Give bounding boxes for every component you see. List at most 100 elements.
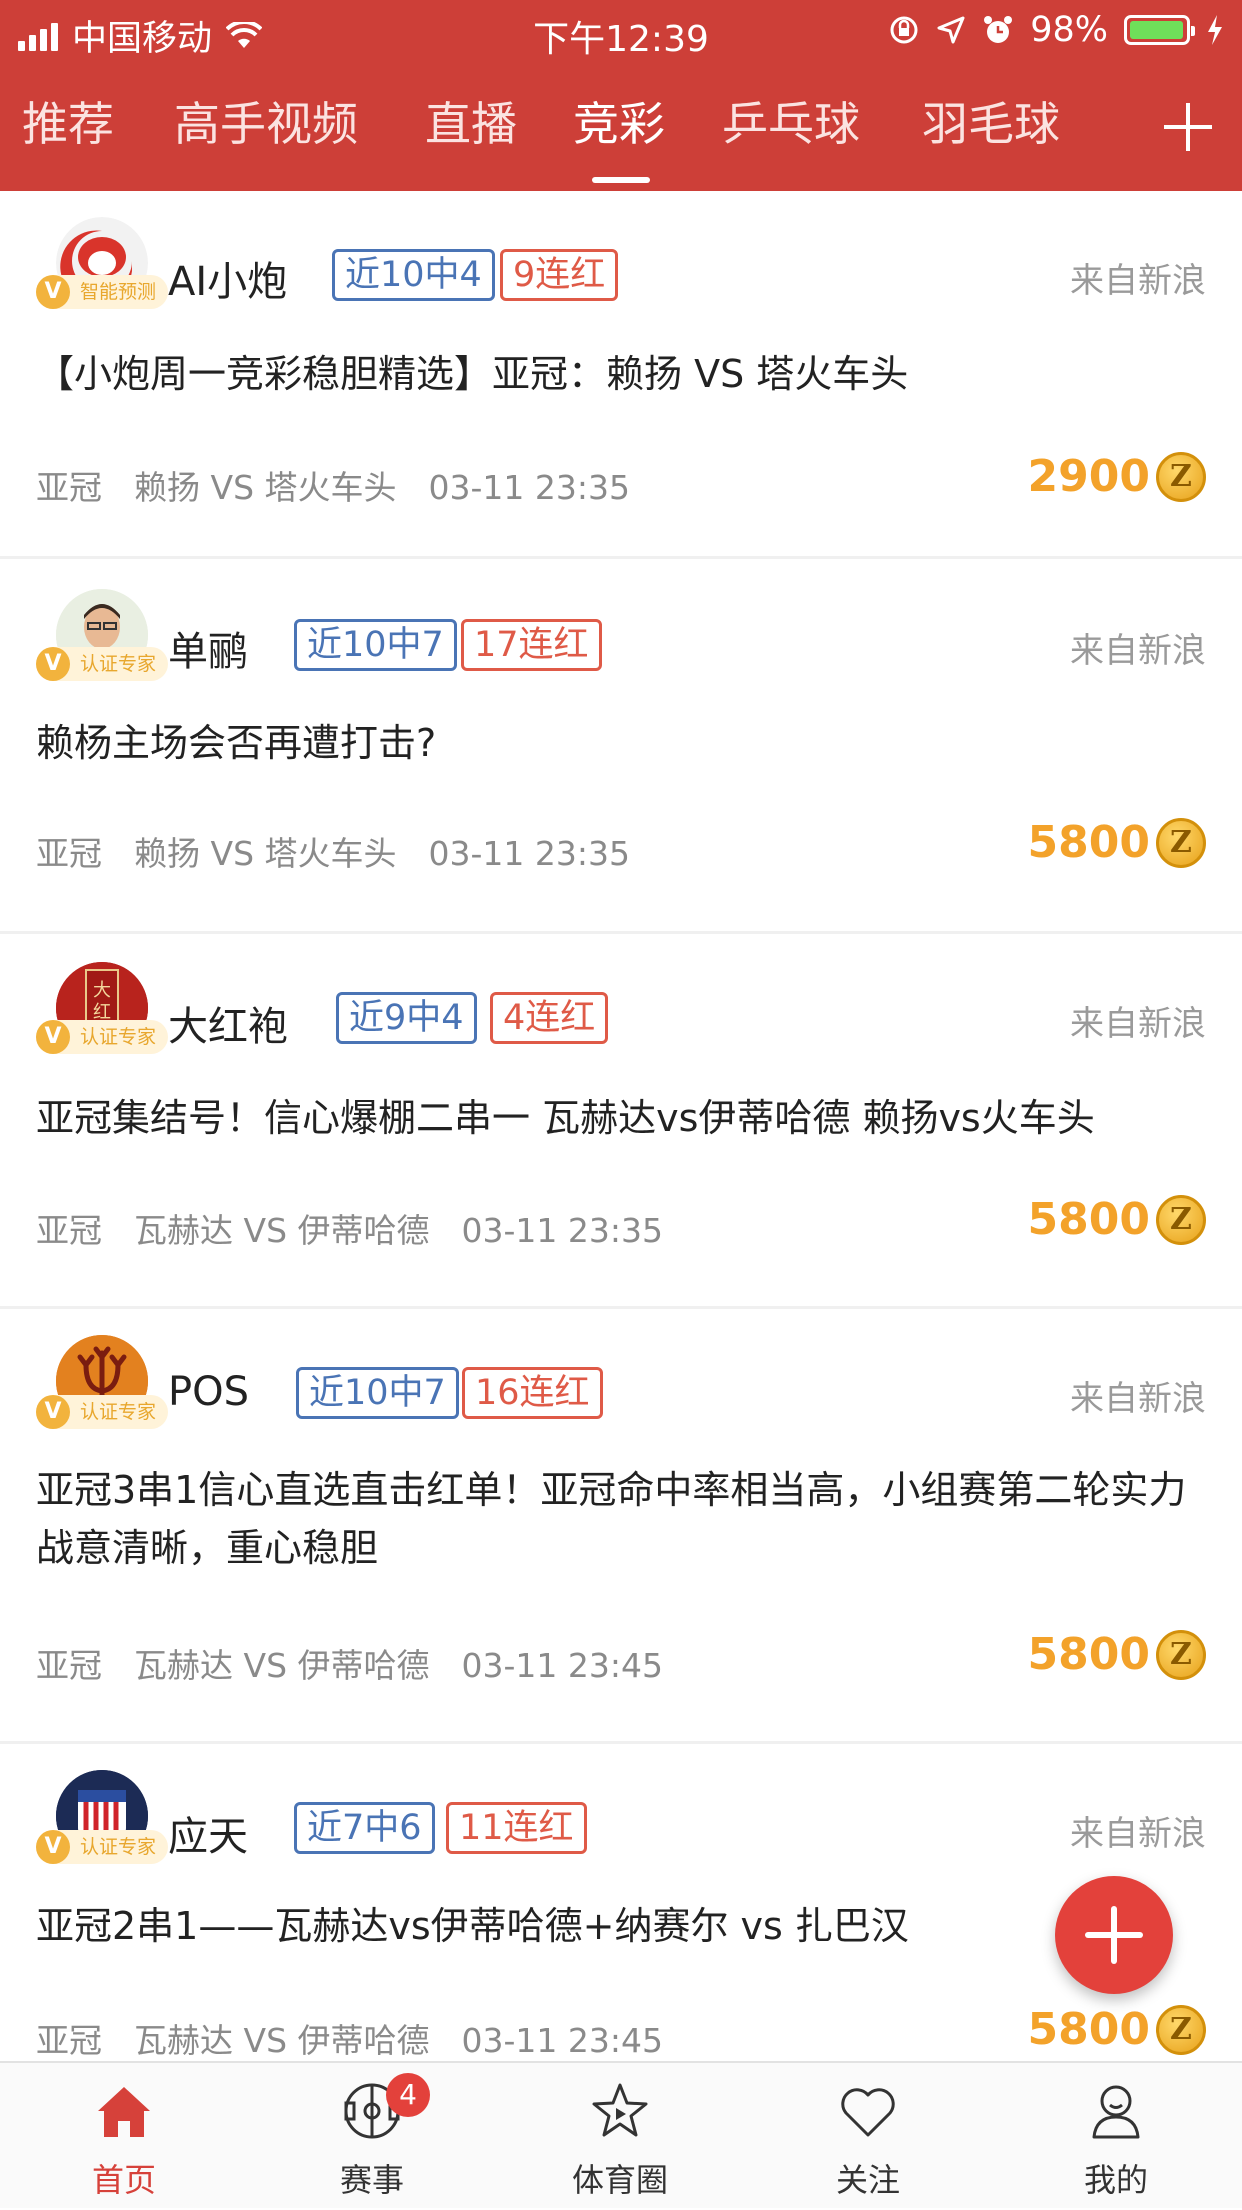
price-tag: 5800 Z (1028, 2004, 1206, 2055)
author-name[interactable]: 应天 (168, 1804, 248, 1862)
source-label: 来自新浪 (1070, 261, 1206, 301)
add-tab-icon[interactable] (1164, 103, 1212, 151)
streak-tag: 4连红 (490, 992, 609, 1044)
author-name[interactable]: 单鹂 (168, 619, 248, 677)
home-icon (98, 2087, 150, 2137)
bottom-tab-profile[interactable]: 我的 (992, 2063, 1240, 2210)
bottom-tab-bar: 首页 4 赛事 体育圈 关注 我的 (0, 2061, 1242, 2208)
bottom-tab-follow[interactable]: 关注 (744, 2063, 992, 2210)
source-label: 来自新浪 (1070, 631, 1206, 671)
post-card[interactable]: V 智能预测 AI小炮 近10中4 9连红 来自新浪 【小炮周一竞彩稳胆精选】亚冠… (0, 191, 1242, 559)
post-title[interactable]: 亚冠2串1——瓦赫达vs伊蒂哈德+纳赛尔 vs 扎巴汉 (36, 1897, 1022, 1955)
author-name[interactable]: AI小炮 (168, 249, 287, 307)
price-value: 5800 (1027, 2004, 1150, 2055)
match-meta: 亚冠 瓦赫达 VS 伊蒂哈德 03-11 23:45 (36, 2014, 695, 2061)
badge-label: 认证专家 (80, 1836, 157, 1858)
verified-v-icon: V (36, 1830, 70, 1864)
badge-label: 认证专家 (80, 653, 157, 675)
top-header: 中国移动 下午12:39 98% 推荐 高手视频 直播 竞彩 乒乓球 羽毛球 (0, 0, 1242, 191)
location-icon (937, 16, 965, 44)
price-tag: 5800 Z (1028, 1194, 1206, 1245)
post-card[interactable]: V 认证专家 单鹂 近10中7 17连红 来自新浪 赖杨主场会否再遭打击? 亚冠赖… (0, 559, 1242, 934)
badge-label: 认证专家 (80, 1026, 157, 1048)
tab-lottery[interactable]: 竞彩 (573, 88, 665, 154)
verified-v-icon: V (36, 275, 70, 309)
coin-icon: Z (1156, 1629, 1206, 1680)
price-tag: 5800 Z (1028, 817, 1206, 868)
streak-tag: 11连红 (446, 1802, 587, 1854)
post-title[interactable]: 亚冠集结号！信心爆棚二串一 瓦赫达vs伊蒂哈德 赖扬vs火车头 (36, 1089, 1202, 1147)
match-time: 03-11 23:45 (461, 2021, 663, 2060)
bottom-tab-home[interactable]: 首页 (0, 2063, 248, 2210)
badge-label: 认证专家 (80, 1401, 157, 1423)
league-label: 亚冠 (36, 468, 102, 507)
bottom-tab-matches[interactable]: 4 赛事 (248, 2063, 496, 2210)
match-meta: 亚冠 赖扬 VS 塔火车头 03-11 23:35 (36, 461, 662, 509)
verified-badge: V 认证专家 (36, 647, 169, 681)
league-label: 亚冠 (36, 2021, 102, 2060)
verified-v-icon: V (36, 1020, 70, 1054)
bottom-tab-label: 首页 (91, 2161, 156, 2199)
bottom-tab-label: 体育圈 (571, 2161, 668, 2199)
verified-v-icon: V (36, 647, 70, 681)
post-card[interactable]: 大红袍 V认证专家 大红袍 近9中4 4连红 来自新浪 亚冠集结号！信心爆棚二串… (0, 934, 1242, 1309)
heart-icon (841, 2088, 895, 2137)
source-label: 来自新浪 (1070, 1814, 1206, 1854)
league-label: 亚冠 (36, 1211, 102, 1250)
source-label: 来自新浪 (1070, 1379, 1206, 1419)
tab-badminton[interactable]: 羽毛球 (922, 88, 1060, 154)
record-tag: 近7中6 (294, 1802, 435, 1854)
verified-badge: V 认证专家 (36, 1395, 169, 1429)
match-label: 瓦赫达 VS 伊蒂哈德 (134, 1646, 430, 1685)
svg-text:大: 大 (93, 980, 111, 1001)
bottom-tab-community[interactable]: 体育圈 (496, 2063, 744, 2210)
category-tabs: 推荐 高手视频 直播 竞彩 乒乓球 羽毛球 (0, 88, 1242, 168)
price-value: 5800 (1027, 817, 1150, 868)
bottom-tab-label: 关注 (835, 2161, 900, 2199)
coin-icon: Z (1156, 817, 1206, 868)
author-name[interactable]: 大红袍 (168, 994, 288, 1052)
person-icon (1092, 2085, 1140, 2139)
verified-badge: V 认证专家 (36, 1830, 169, 1864)
record-tag: 近9中4 (336, 992, 477, 1044)
post-title[interactable]: 亚冠3串1信心直选直击红单！亚冠命中率相当高，小组赛第二轮实力战意清晰，重心稳胆 (36, 1461, 1202, 1577)
match-time: 03-11 23:35 (428, 834, 630, 873)
bottom-tab-label: 我的 (1083, 2161, 1148, 2199)
create-post-button[interactable] (1055, 1876, 1173, 1994)
match-meta: 亚冠 瓦赫达 VS 伊蒂哈德 03-11 23:45 (36, 1639, 695, 1687)
record-tag: 近10中7 (294, 619, 457, 671)
league-label: 亚冠 (36, 1646, 102, 1685)
match-time: 03-11 23:35 (428, 468, 630, 507)
post-title[interactable]: 赖杨主场会否再遭打击? (36, 714, 1202, 772)
match-time: 03-11 23:45 (461, 1646, 663, 1685)
coin-icon: Z (1156, 1194, 1206, 1245)
post-title[interactable]: 【小炮周一竞彩稳胆精选】亚冠：赖扬 VS 塔火车头 (36, 345, 1202, 403)
tab-live[interactable]: 直播 (425, 88, 517, 154)
record-tag: 近10中4 (332, 249, 495, 301)
price-value: 2900 (1027, 451, 1150, 502)
streak-tag: 16连红 (462, 1367, 603, 1419)
post-card[interactable]: V 认证专家 应天 近7中6 11连红 来自新浪 亚冠2串1——瓦赫达vs伊蒂哈德… (0, 1744, 1242, 2061)
orientation-lock-icon (890, 16, 918, 44)
author-name[interactable]: POS (168, 1369, 249, 1415)
active-tab-indicator (592, 177, 650, 183)
post-feed: V 智能预测 AI小炮 近10中4 9连红 来自新浪 【小炮周一竞彩稳胆精选】亚冠… (0, 191, 1242, 2061)
star-play-icon (592, 2083, 648, 2137)
notification-badge: 4 (386, 2073, 430, 2117)
price-tag: 5800 Z (1028, 1629, 1206, 1680)
verified-badge: V 认证专家 (36, 1020, 169, 1054)
streak-tag: 9连红 (500, 249, 619, 301)
charging-icon (1208, 15, 1222, 45)
source-label: 来自新浪 (1070, 1004, 1206, 1044)
alarm-icon (984, 16, 1013, 43)
coin-icon: Z (1156, 451, 1206, 502)
league-label: 亚冠 (36, 834, 102, 873)
verified-badge: V 智能预测 (36, 275, 169, 309)
match-label: 赖扬 VS 塔火车头 (134, 834, 397, 873)
tab-expert-video[interactable]: 高手视频 (174, 88, 358, 154)
price-value: 5800 (1027, 1629, 1150, 1680)
tab-recommend[interactable]: 推荐 (22, 88, 114, 154)
tab-table-tennis[interactable]: 乒乓球 (722, 88, 860, 154)
post-card[interactable]: V 认证专家 POS 近10中7 16连红 来自新浪 亚冠3串1信心直选直击红单！… (0, 1309, 1242, 1744)
status-bar: 中国移动 下午12:39 98% (0, 0, 1242, 62)
